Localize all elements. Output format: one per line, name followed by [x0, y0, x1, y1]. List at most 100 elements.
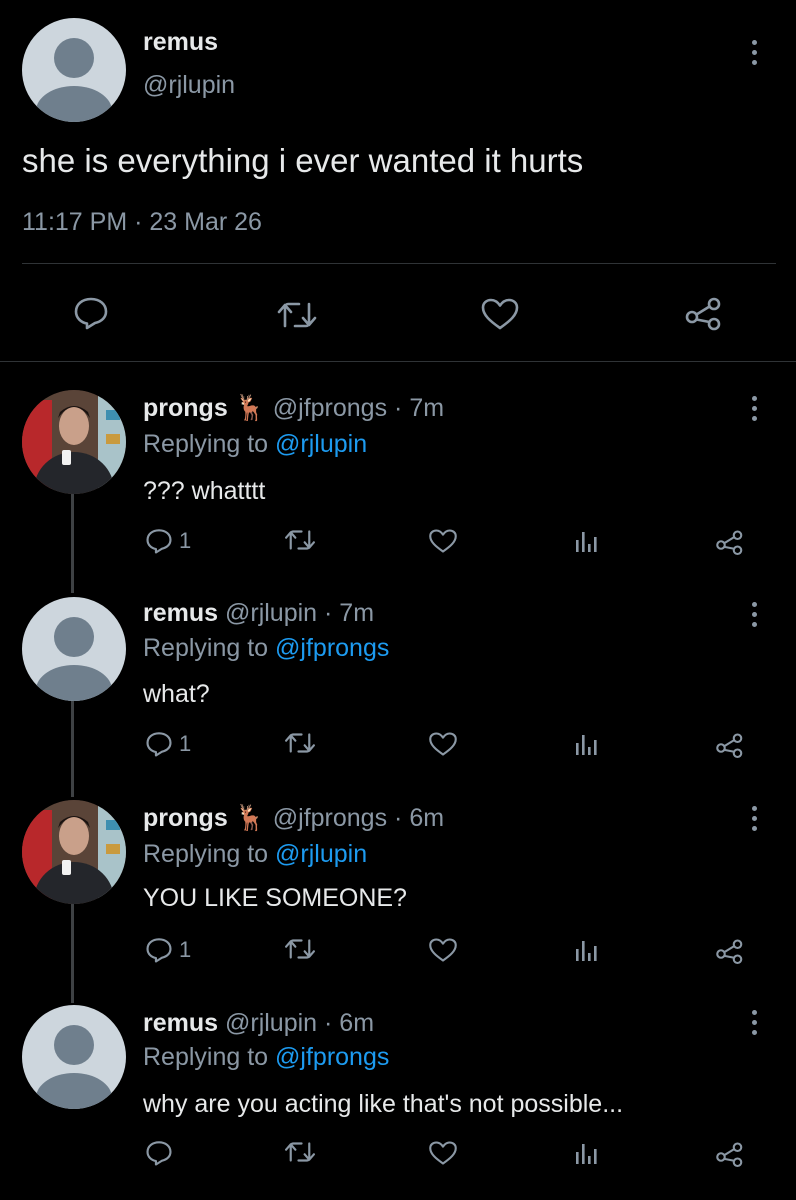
reply-count: 1	[179, 937, 192, 962]
more-icon[interactable]	[749, 602, 759, 632]
mention-link[interactable]: @rjlupin	[275, 840, 367, 868]
reply-text: what?	[143, 680, 210, 708]
reply-time: · 7m	[394, 394, 445, 422]
reply-button[interactable]: 1	[145, 528, 191, 554]
avatar[interactable]	[22, 390, 126, 494]
reply-header: remus @rjlupin · 7m	[143, 599, 374, 628]
reply-button[interactable]	[73, 296, 109, 330]
retweet-button[interactable]	[283, 1140, 317, 1164]
reply-time: · 6m	[394, 804, 445, 832]
share-icon	[716, 1142, 743, 1168]
author-name[interactable]: prongs	[143, 394, 228, 422]
author-handle[interactable]: @jfprongs	[273, 804, 387, 832]
like-icon	[429, 1141, 457, 1165]
mention-link[interactable]: @jfprongs	[275, 1043, 389, 1071]
retweet-icon	[285, 1142, 315, 1162]
replying-to: Replying to @rjlupin	[143, 430, 367, 459]
retweet-icon	[285, 530, 315, 550]
reply-icon	[74, 297, 108, 330]
like-button[interactable]	[428, 1140, 458, 1166]
thread-line	[71, 490, 74, 593]
replying-to-label: Replying to	[143, 430, 269, 458]
share-icon	[716, 530, 743, 556]
share-button[interactable]	[715, 1140, 745, 1168]
more-icon[interactable]	[749, 1010, 759, 1040]
analytics-button[interactable]	[574, 1140, 600, 1166]
analytics-button[interactable]	[574, 528, 600, 554]
mention-link[interactable]: @jfprongs	[275, 634, 389, 662]
reply-header: remus @rjlupin · 6m	[143, 1009, 374, 1038]
reply-text: ??? whatttt	[143, 477, 266, 505]
mention-link[interactable]: @rjlupin	[275, 430, 367, 458]
reply-header: prongs 🦌 @jfprongs · 7m	[143, 394, 444, 423]
reply-header: prongs 🦌 @jfprongs · 6m	[143, 804, 444, 833]
analytics-button[interactable]	[574, 731, 600, 757]
share-icon	[716, 733, 743, 759]
author-name[interactable]: prongs	[143, 804, 228, 832]
replying-to: Replying to @jfprongs	[143, 634, 389, 663]
analytics-button[interactable]	[574, 937, 600, 963]
tweet-text: she is everything i ever wanted it hurts	[22, 142, 584, 179]
like-icon	[481, 298, 519, 330]
thread-line	[71, 697, 74, 797]
reply-button[interactable]: 1	[145, 731, 191, 757]
retweet-button[interactable]	[283, 528, 317, 552]
like-icon	[429, 732, 457, 756]
analytics-icon	[576, 941, 597, 961]
replying-to-label: Replying to	[143, 1043, 269, 1071]
like-button[interactable]	[428, 528, 458, 554]
thread-line	[71, 900, 74, 1003]
share-button[interactable]	[715, 731, 745, 759]
avatar[interactable]	[22, 1005, 126, 1109]
replying-to-label: Replying to	[143, 840, 269, 868]
reply-text: YOU LIKE SOMEONE?	[143, 884, 407, 912]
reply-icon	[146, 938, 172, 963]
retweet-icon	[277, 302, 317, 328]
reply-button[interactable]: 1	[145, 937, 191, 963]
deer-emoji: 🦌	[234, 804, 266, 832]
reply-count: 1	[179, 528, 192, 553]
more-icon[interactable]	[749, 396, 759, 426]
like-button[interactable]	[480, 297, 520, 331]
like-button[interactable]	[428, 937, 458, 963]
replying-to-label: Replying to	[143, 634, 269, 662]
retweet-button[interactable]	[275, 300, 319, 330]
author-name[interactable]: remus	[143, 599, 218, 627]
reply-icon	[146, 1141, 172, 1166]
like-icon	[429, 529, 457, 553]
reply-icon	[146, 732, 172, 757]
deer-emoji: 🦌	[234, 394, 266, 422]
replying-to: Replying to @rjlupin	[143, 840, 367, 869]
avatar[interactable]	[22, 597, 126, 701]
retweet-button[interactable]	[283, 731, 317, 755]
share-button[interactable]	[715, 528, 745, 556]
reply-time: · 6m	[324, 1009, 375, 1037]
author-handle[interactable]: @rjlupin	[143, 71, 235, 100]
tweet-timestamp: 11:17 PM · 23 Mar 26	[22, 208, 262, 236]
more-icon[interactable]	[749, 40, 759, 70]
reply-count: 1	[179, 731, 192, 756]
share-button[interactable]	[715, 937, 745, 965]
replying-to: Replying to @jfprongs	[143, 1043, 389, 1072]
avatar[interactable]	[22, 800, 126, 904]
reply-icon	[146, 529, 172, 554]
author-handle[interactable]: @rjlupin	[225, 599, 317, 627]
avatar[interactable]	[22, 18, 126, 122]
author-handle[interactable]: @jfprongs	[273, 394, 387, 422]
divider	[0, 361, 796, 362]
reply-button[interactable]	[145, 1140, 173, 1166]
author-name[interactable]: remus	[143, 1009, 218, 1037]
retweet-icon	[285, 733, 315, 753]
analytics-icon	[576, 532, 597, 552]
author-handle[interactable]: @rjlupin	[225, 1009, 317, 1037]
like-icon	[429, 938, 457, 962]
reply-text: why are you acting like that's not possi…	[143, 1090, 624, 1118]
more-icon[interactable]	[749, 806, 759, 836]
share-icon	[685, 297, 721, 331]
retweet-button[interactable]	[283, 937, 317, 961]
share-button[interactable]	[684, 295, 724, 331]
like-button[interactable]	[428, 731, 458, 757]
author-name[interactable]: remus	[143, 28, 218, 57]
divider	[22, 263, 776, 264]
analytics-icon	[576, 1144, 597, 1164]
